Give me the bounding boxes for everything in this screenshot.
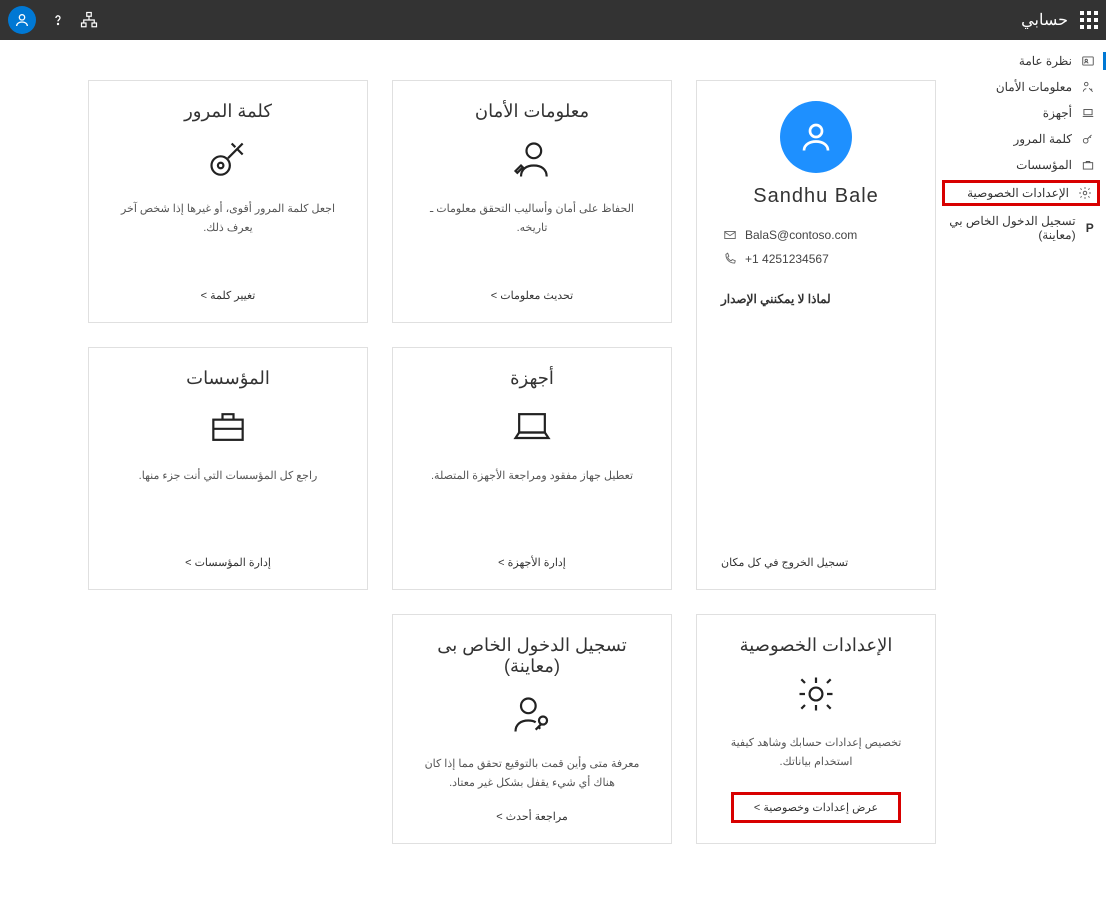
topbar: حسابي [0,0,1106,40]
id-card-icon [1080,54,1096,68]
card-desc: معرفة متى وأين قمت بالتوقيع تحقق مما إذا… [413,755,651,792]
profile-email: BalaS@contoso.com [745,228,857,242]
profile-phone: +1 4251234567 [745,252,829,266]
account-avatar[interactable] [8,6,36,34]
laptop-icon [1080,106,1096,120]
password-card: كلمة المرور اجعل كلمة المرور أقوى، أو غي… [88,80,368,323]
card-desc: تخصيص إعدادات حسابك وشاهد كيفية استخدام … [717,734,915,771]
view-privacy-link[interactable]: عرض إعدادات وخصوصية > [731,792,901,823]
person-icon [14,12,30,28]
card-desc: الحفاظ على أمان وأساليب التحقق معلومات ـ… [413,200,651,237]
app-launcher-icon[interactable] [1080,11,1098,29]
sidebar-item-devices[interactable]: أجهزة [936,100,1106,126]
manage-orgs-link[interactable]: إدارة المؤسسات > [185,556,271,569]
signout-everywhere-link[interactable]: تسجيل الخروج في كل مكان [717,556,852,569]
privacy-card: الإعدادات الخصوصية تخصيص إعدادات حسابك و… [696,614,936,844]
profile-card: Sandhu Bale BalaS@contoso.com +1 4251234… [696,80,936,590]
card-desc: اجعل كلمة المرور أقوى، أو غيرها إذا شخص … [109,200,347,237]
card-title: المؤسسات [186,368,270,389]
why-cant-edit-link[interactable]: لماذا لا يمكنني الإصدار [717,292,835,306]
sidebar-label: أجهزة [1043,106,1072,120]
app-title: حسابي [1021,10,1068,30]
briefcase-icon [1080,158,1096,172]
profile-email-row: BalaS@contoso.com [717,228,915,242]
key-icon [1080,132,1096,146]
key-large-icon [203,138,253,182]
card-title: كلمة المرور [184,101,272,122]
update-info-link[interactable]: تحديث معلومات > [491,289,573,302]
profile-phone-row: +1 4251234567 [717,252,915,266]
sidebar-label: معلومات الأمان [996,80,1072,94]
card-title: أجهزة [510,368,554,389]
card-title: تسجيل الدخول الخاص بى (معاينة) [413,635,651,677]
sidebar-label: الإعدادات الخصوصية [967,186,1069,200]
briefcase-large-icon [200,405,256,449]
phone-icon [721,252,737,266]
profile-avatar [780,101,852,173]
sidebar-item-orgs[interactable]: المؤسسات [936,152,1106,178]
person-key-icon [505,693,559,737]
sidebar-item-privacy[interactable]: الإعدادات الخصوصية [949,186,1093,200]
sidebar-label: المؤسسات [1016,158,1072,172]
sidebar-label: نظرة عامة [1019,54,1072,68]
security-card: معلومات الأمان الحفاظ على أمان وأساليب ا… [392,80,672,323]
sidebar: نظرة عامة معلومات الأمان أجهزة كلمة المر… [936,40,1106,910]
sidebar-item-overview[interactable]: نظرة عامة [936,48,1106,74]
card-desc: راجع كل المؤسسات التي أنت جزء منها. [133,467,324,486]
signin-icon: P [1084,221,1096,235]
key-person-icon [1080,80,1096,94]
sitemap-icon[interactable] [80,11,98,29]
person-icon [798,119,834,155]
sidebar-label: تسجيل الدخول الخاص بي (معاينة) [946,214,1076,242]
devices-card: أجهزة تعطيل جهاز مفقود ومراجعة الأجهزة ا… [392,347,672,590]
sidebar-item-security[interactable]: معلومات الأمان [936,74,1106,100]
mail-icon [721,228,737,242]
card-title: معلومات الأمان [475,101,589,122]
sidebar-item-signins[interactable]: P تسجيل الدخول الخاص بي (معاينة) [936,208,1106,248]
card-title: الإعدادات الخصوصية [740,635,893,656]
security-person-icon [507,138,557,182]
sidebar-label: كلمة المرور [1013,132,1072,146]
content-area: Sandhu Bale BalaS@contoso.com +1 4251234… [0,40,936,910]
sidebar-privacy-highlight: الإعدادات الخصوصية [942,180,1100,206]
review-signins-link[interactable]: مراجعة أحدث > [496,810,568,823]
sidebar-item-password[interactable]: كلمة المرور [936,126,1106,152]
manage-devices-link[interactable]: إدارة الأجهزة > [498,556,566,569]
profile-name: Sandhu Bale [753,185,879,208]
orgs-card: المؤسسات راجع كل المؤسسات التي أنت جزء م… [88,347,368,590]
help-icon[interactable] [50,12,66,28]
gear-icon [1077,186,1093,200]
laptop-large-icon [504,405,560,449]
signins-card: تسجيل الدخول الخاص بى (معاينة) معرفة متى… [392,614,672,844]
change-password-link[interactable]: تغيير كلمة > [201,289,256,302]
gear-large-icon [791,672,841,716]
card-desc: تعطيل جهاز مفقود ومراجعة الأجهزة المتصلة… [425,467,639,486]
